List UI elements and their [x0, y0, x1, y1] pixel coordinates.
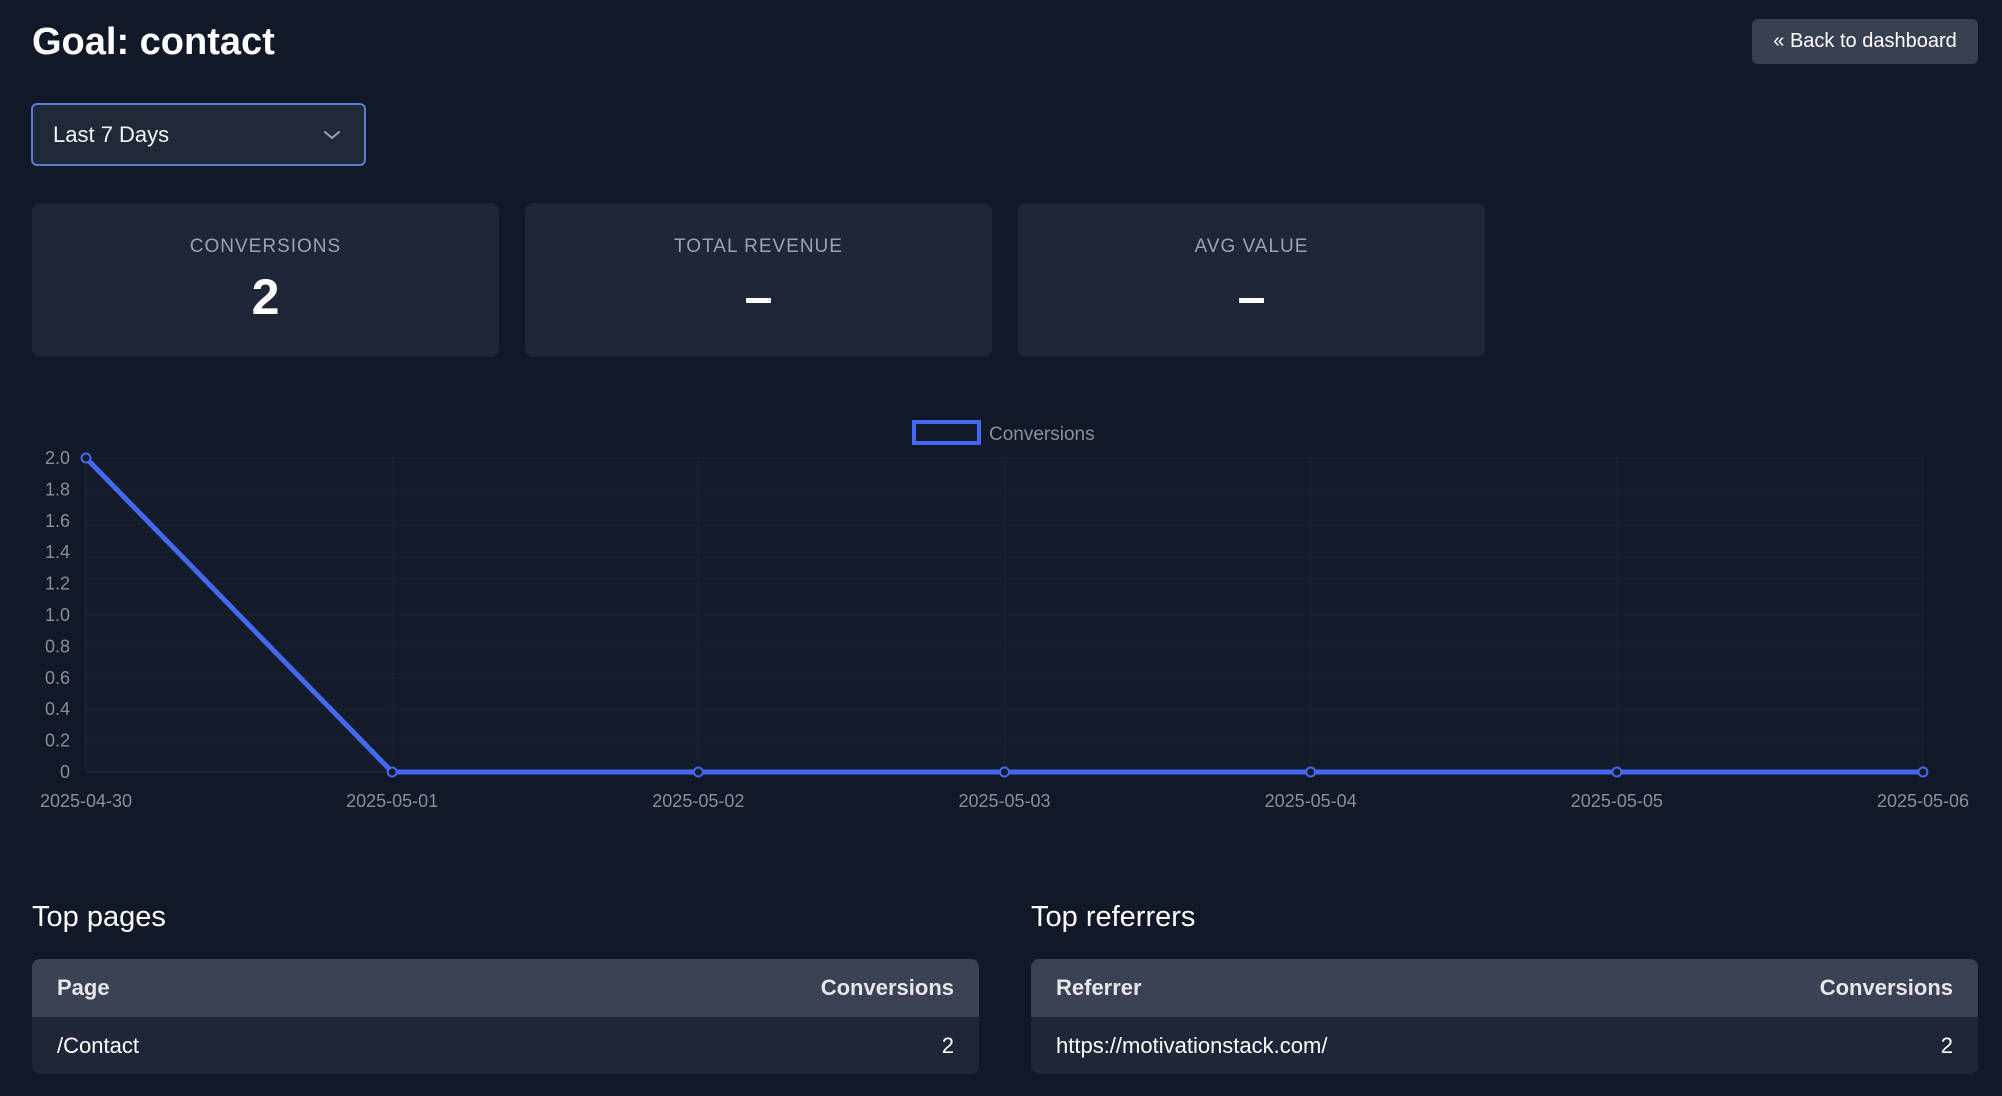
y-tick-label: 1.0 — [45, 605, 70, 625]
y-tick-label: 1.8 — [45, 479, 70, 499]
legend-swatch-conversions — [912, 420, 981, 445]
x-tick-label: 2025-05-03 — [958, 791, 1050, 811]
column-header-referrer: Referrer — [1056, 975, 1142, 1000]
data-point — [1305, 766, 1317, 778]
table-row: /Contact 2 — [32, 1017, 979, 1074]
data-point — [386, 766, 398, 778]
y-tick-label: 0.4 — [45, 699, 70, 719]
back-to-dashboard-button[interactable]: « Back to dashboard — [1752, 19, 1978, 64]
data-point — [1611, 766, 1623, 778]
stat-label: AVG VALUE — [1194, 236, 1309, 257]
y-tick-label: 0.2 — [45, 731, 70, 751]
table-header: Page Conversions — [32, 959, 979, 1017]
top-pages-title: Top pages — [32, 901, 166, 933]
table-header: Referrer Conversions — [1031, 959, 1978, 1017]
data-point — [1917, 766, 1929, 778]
date-range-value: Last 7 Days — [53, 121, 170, 147]
top-pages-table: Page Conversions /Contact 2 — [32, 959, 979, 1074]
y-tick-label: 1.2 — [45, 574, 70, 594]
stat-label: CONVERSIONS — [189, 236, 342, 257]
stat-card-total-revenue: TOTAL REVENUE – — [525, 203, 992, 357]
table-row: https://motivationstack.com/ 2 — [1031, 1017, 1978, 1074]
referrer-cell: https://motivationstack.com/ — [1056, 1032, 1328, 1058]
y-tick-label: 0.6 — [45, 668, 70, 688]
y-tick-label: 1.4 — [45, 542, 70, 562]
stat-card-conversions: CONVERSIONS 2 — [32, 203, 499, 357]
column-header-conversions: Conversions — [820, 975, 954, 1000]
stat-value: – — [744, 269, 773, 325]
x-tick-label: 2025-05-02 — [652, 791, 744, 811]
x-tick-label: 2025-05-04 — [1265, 791, 1357, 811]
y-tick-label: 0 — [60, 762, 70, 782]
stat-value: 2 — [251, 269, 280, 325]
y-tick-label: 1.6 — [45, 511, 70, 531]
top-referrers-title: Top referrers — [1031, 901, 1196, 933]
data-point — [692, 766, 704, 778]
legend-label-conversions: Conversions — [989, 424, 1095, 445]
conversions-chart: 0 0.2 0.4 0.6 0.8 1.0 1.2 1.4 1.6 1.8 2.0 2025-04-3… — [0, 400, 2002, 830]
top-referrers-table: Referrer Conversions https://motivations… — [1031, 959, 1978, 1074]
y-tick-label: 2.0 — [45, 448, 70, 468]
conversions-cell: 2 — [1940, 1032, 1953, 1058]
stat-label: TOTAL REVENUE — [674, 236, 843, 257]
x-tick-label: 2025-05-01 — [346, 791, 438, 811]
data-point — [80, 452, 92, 464]
column-header-conversions: Conversions — [1819, 975, 1953, 1000]
data-point — [999, 766, 1010, 778]
page-cell: /Contact — [57, 1032, 139, 1058]
stat-value: – — [1237, 269, 1266, 325]
stat-card-avg-value: AVG VALUE – — [1018, 203, 1485, 357]
x-tick-label: 2025-04-30 — [40, 791, 132, 811]
conversions-cell: 2 — [941, 1032, 954, 1058]
y-tick-label: 0.8 — [45, 636, 70, 656]
x-tick-label: 2025-05-05 — [1571, 791, 1663, 811]
page-title: Goal: contact — [32, 21, 275, 63]
chevron-down-icon — [322, 125, 342, 145]
date-range-select[interactable]: Last 7 Days — [31, 103, 366, 166]
chart-svg: 0 0.2 0.4 0.6 0.8 1.0 1.2 1.4 1.6 1.8 2.0 2025-04-3… — [40, 420, 1969, 811]
x-tick-label: 2025-05-06 — [1877, 791, 1969, 811]
column-header-page: Page — [57, 975, 110, 1000]
